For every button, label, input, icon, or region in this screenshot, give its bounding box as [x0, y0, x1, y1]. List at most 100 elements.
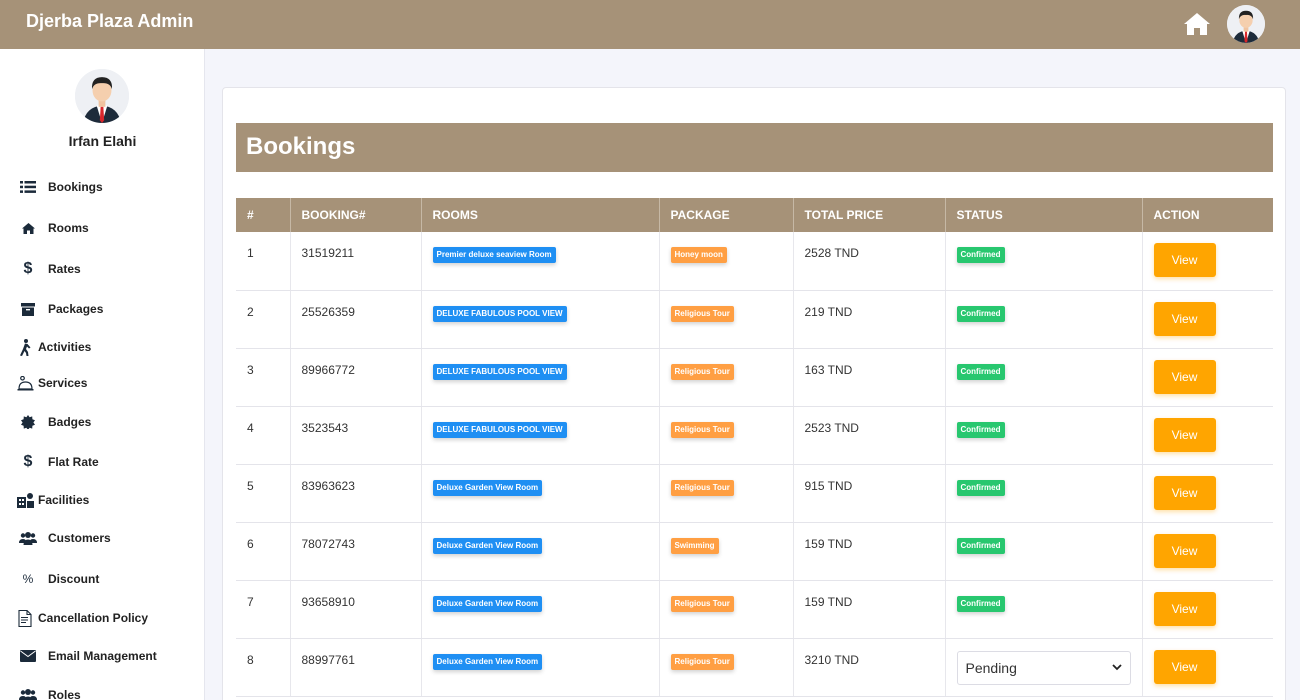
sidebar-item-label: Flat Rate: [48, 455, 99, 469]
table-row: 4 3523543 DELUXE FABULOUS POOL VIEW Reli…: [236, 406, 1273, 465]
home-icon[interactable]: [1183, 11, 1211, 37]
status-badge: Confirmed: [956, 363, 1005, 380]
row-number: 5: [236, 464, 291, 523]
room-cell: Deluxe Garden View Room: [421, 464, 660, 523]
sidebar-item-activities[interactable]: Activities: [16, 335, 201, 359]
sidebar-item-label: Roles: [48, 688, 81, 700]
user-avatar-icon[interactable]: [1227, 5, 1265, 43]
sidebar-item-bookings[interactable]: Bookings: [16, 175, 201, 199]
column-header[interactable]: PACKAGE: [659, 198, 794, 232]
column-header[interactable]: #: [236, 198, 291, 232]
status-badge: Confirmed: [956, 479, 1005, 496]
envelope-icon: [16, 647, 40, 665]
sidebar-item-roles[interactable]: Roles: [16, 683, 201, 700]
status-cell: Confirmed: [945, 464, 1143, 523]
total-price: 219 TND: [793, 290, 946, 349]
sidebar-item-services[interactable]: Services: [16, 371, 201, 395]
view-button[interactable]: View: [1153, 417, 1216, 452]
card-header: Bookings: [236, 123, 1273, 172]
table-row: 8 88997761 Deluxe Garden View Room Relig…: [236, 638, 1273, 697]
column-header[interactable]: TOTAL PRICE: [793, 198, 946, 232]
view-button[interactable]: View: [1153, 475, 1216, 510]
sidebar-item-discount[interactable]: % Discount: [16, 567, 201, 591]
package-badge: Honey moon: [670, 247, 727, 263]
package-cell: Honey moon: [659, 232, 794, 291]
room-badge: Deluxe Garden View Room: [432, 479, 543, 496]
sidebar-item-label: Bookings: [48, 180, 103, 194]
sidebar-item-label: Email Management: [48, 649, 157, 663]
status-cell: Confirmed: [945, 348, 1143, 407]
room-cell: Deluxe Garden View Room: [421, 580, 660, 639]
facilities-icon: [16, 491, 34, 509]
room-cell: Deluxe Garden View Room: [421, 522, 660, 581]
row-number: 6: [236, 522, 291, 581]
users-icon: [16, 686, 40, 700]
package-badge: Religious Tour: [670, 479, 734, 496]
sidebar-item-label: Customers: [48, 531, 111, 545]
room-badge: DELUXE FABULOUS POOL VIEW: [432, 363, 567, 380]
action-cell: View: [1142, 580, 1273, 639]
room-badge: DELUXE FABULOUS POOL VIEW: [432, 305, 567, 322]
sidebar-avatar-icon: [75, 69, 129, 123]
table-row: 7 93658910 Deluxe Garden View Room Relig…: [236, 580, 1273, 639]
column-header[interactable]: ACTION: [1142, 198, 1273, 232]
booking-number: 78072743: [290, 522, 422, 581]
view-button[interactable]: View: [1153, 243, 1216, 277]
status-select[interactable]: Pending: [956, 650, 1131, 685]
sidebar-item-facilities[interactable]: Facilities: [16, 488, 201, 512]
sidebar-item-customers[interactable]: Customers: [16, 526, 201, 550]
sidebar-item-label: Services: [38, 376, 88, 390]
room-badge: Deluxe Garden View Room: [432, 537, 543, 554]
total-price: 2523 TND: [793, 406, 946, 465]
room-cell: Premier deluxe seaview Room: [421, 232, 660, 291]
sidebar-item-packages[interactable]: Packages: [16, 297, 201, 321]
room-cell: DELUXE FABULOUS POOL VIEW: [421, 406, 660, 465]
status-badge: Confirmed: [956, 421, 1005, 438]
sidebar-item-label: Rates: [48, 262, 81, 276]
package-badge: Religious Tour: [670, 305, 734, 322]
table-row: 2 25526359 DELUXE FABULOUS POOL VIEW Rel…: [236, 290, 1273, 349]
row-number: 8: [236, 638, 291, 697]
sidebar-user-name: Irfan Elahi: [68, 133, 137, 149]
bookings-card: Bookings # BOOKING# ROOMS PACKAGE TOTAL …: [222, 87, 1286, 700]
bookings-table: # BOOKING# ROOMS PACKAGE TOTAL PRICE STA…: [236, 198, 1273, 697]
sidebar-item-flat-rate[interactable]: $ Flat Rate: [16, 450, 201, 474]
room-cell: Deluxe Garden View Room: [421, 638, 660, 697]
view-button[interactable]: View: [1153, 301, 1216, 336]
table-row: 3 89966772 DELUXE FABULOUS POOL VIEW Rel…: [236, 348, 1273, 407]
view-button[interactable]: View: [1153, 591, 1216, 626]
action-cell: View: [1142, 406, 1273, 465]
sidebar-item-label: Discount: [48, 572, 100, 586]
package-badge: Religious Tour: [670, 653, 734, 670]
booking-number: 25526359: [290, 290, 422, 349]
sidebar-item-label: Rooms: [48, 221, 89, 235]
chevron-down-icon: [1111, 664, 1122, 671]
view-button[interactable]: View: [1153, 649, 1216, 684]
package-cell: Swimming: [659, 522, 794, 581]
action-cell: View: [1142, 638, 1273, 697]
total-price: 915 TND: [793, 464, 946, 523]
sidebar-item-rates[interactable]: $ Rates: [16, 257, 201, 281]
column-header[interactable]: ROOMS: [421, 198, 660, 232]
room-cell: DELUXE FABULOUS POOL VIEW: [421, 290, 660, 349]
sidebar-item-badges[interactable]: Badges: [16, 410, 201, 434]
app-title[interactable]: Djerba Plaza Admin: [26, 11, 193, 32]
sidebar-item-email-management[interactable]: Email Management: [16, 644, 201, 668]
status-select-value: Pending: [965, 659, 1017, 676]
sidebar-item-label: Facilities: [38, 493, 90, 507]
booking-number: 3523543: [290, 406, 422, 465]
package-badge: Religious Tour: [670, 595, 734, 612]
status-cell: Confirmed: [945, 580, 1143, 639]
view-button[interactable]: View: [1153, 359, 1216, 394]
sidebar-item-label: Cancellation Policy: [38, 611, 149, 625]
view-button[interactable]: View: [1153, 533, 1216, 568]
sidebar-item-rooms[interactable]: Rooms: [16, 216, 201, 240]
dollar-icon: $: [23, 453, 33, 470]
row-number: 2: [236, 290, 291, 349]
column-header[interactable]: STATUS: [945, 198, 1143, 232]
booking-number: 83963623: [290, 464, 422, 523]
status-cell: Confirmed: [945, 522, 1143, 581]
action-cell: View: [1142, 232, 1273, 291]
column-header[interactable]: BOOKING#: [290, 198, 422, 232]
sidebar-item-cancellation-policy[interactable]: Cancellation Policy: [16, 606, 201, 630]
